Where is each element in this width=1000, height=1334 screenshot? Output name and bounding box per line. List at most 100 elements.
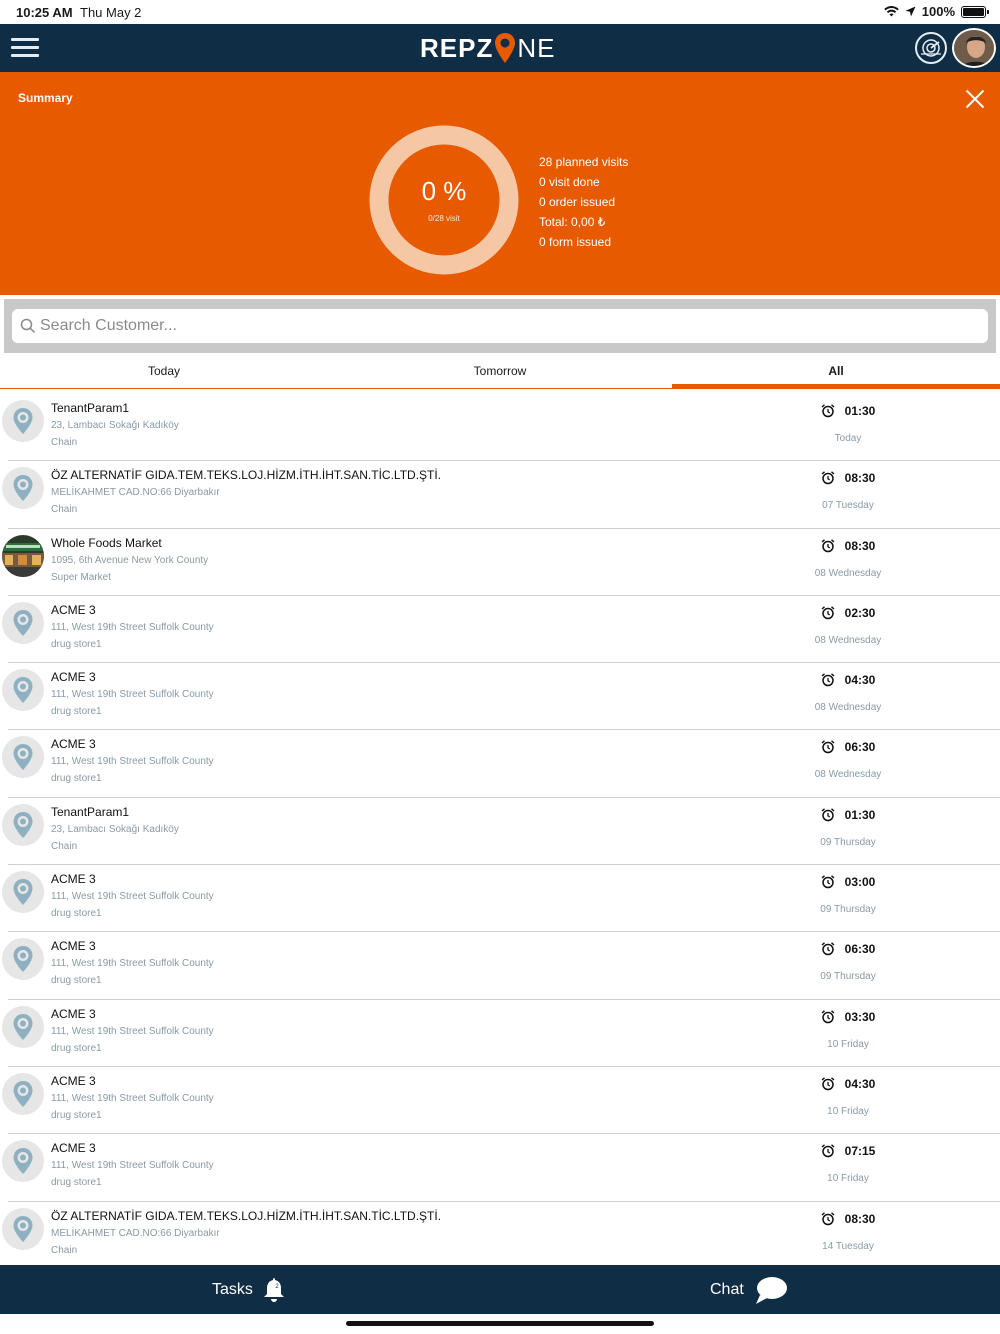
visit-day: 08 Wednesday xyxy=(814,634,882,646)
visit-schedule: 07:15 10 Friday xyxy=(798,1144,898,1184)
wifi-icon xyxy=(883,6,899,17)
location-pin-icon xyxy=(13,811,33,838)
visit-time: 03:00 xyxy=(821,875,875,889)
customer-address: 111, West 19th Street Suffolk County xyxy=(51,621,214,633)
visit-time: 08:30 xyxy=(821,1211,876,1226)
visit-row[interactable]: TenantParam1 23, Lambacı Sokağı Kadıköy … xyxy=(2,798,1000,866)
visit-row[interactable]: ACME 3 111, West 19th Street Suffolk Cou… xyxy=(2,1067,1000,1135)
customer-address: 111, West 19th Street Suffolk County xyxy=(51,891,214,903)
visit-row[interactable]: TenantParam1 23, Lambacı Sokağı Kadıköy … xyxy=(2,394,1000,462)
stat-orders-issued: 0 order issued xyxy=(539,195,616,209)
visit-day: 09 Thursday xyxy=(820,904,876,916)
user-avatar[interactable] xyxy=(952,28,996,68)
visit-schedule: 06:30 08 Wednesday xyxy=(798,740,898,780)
customer-address: 1095, 6th Avenue New York County xyxy=(51,554,209,566)
tab-today[interactable]: Today xyxy=(0,364,328,386)
menu-button[interactable] xyxy=(11,38,39,58)
visit-day: 08 Wednesday xyxy=(814,769,882,781)
customer-type: Chain xyxy=(51,1244,78,1256)
customer-type: drug store1 xyxy=(51,908,102,920)
visit-time-value: 08:30 xyxy=(844,1211,876,1226)
summary-panel: Summary 0 % 0/28 visit 28 planned visits… xyxy=(0,72,1000,295)
customer-name: ACME 3 xyxy=(51,1006,96,1021)
customer-name: ACME 3 xyxy=(51,939,96,954)
visit-time-value: 02:30 xyxy=(844,605,876,620)
stat-visits-done: 0 visit done xyxy=(539,175,600,189)
location-pin-icon xyxy=(13,879,33,906)
logo-text-end: NE xyxy=(517,32,556,63)
radar-icon xyxy=(921,39,941,57)
summary-close-button[interactable] xyxy=(964,88,986,110)
alarm-clock-icon xyxy=(821,1077,835,1091)
tab-all[interactable]: All xyxy=(672,364,1000,386)
alarm-clock-icon xyxy=(821,606,835,620)
visit-day: 10 Friday xyxy=(827,1038,869,1050)
customer-address: 111, West 19th Street Suffolk County xyxy=(51,756,214,768)
chat-bubble-icon xyxy=(755,1277,787,1304)
visit-time-value: 04:30 xyxy=(844,673,876,688)
alarm-clock-icon xyxy=(821,1211,835,1225)
alarm-clock-icon xyxy=(821,740,835,754)
customer-name: ACME 3 xyxy=(51,872,96,887)
customer-type: drug store1 xyxy=(51,638,102,650)
customer-address: 111, West 19th Street Suffolk County xyxy=(51,958,214,970)
customer-address: 23, Lambacı Sokağı Kadıköy xyxy=(51,420,179,431)
visit-schedule: 03:00 09 Thursday xyxy=(798,875,898,915)
search-customer-input[interactable] xyxy=(40,309,970,343)
visit-schedule: 08:30 07 Tuesday xyxy=(798,471,898,511)
visit-time-value: 06:30 xyxy=(844,942,876,957)
battery-percent: 100% xyxy=(921,4,955,19)
menu-icon xyxy=(11,38,39,57)
customer-pin-avatar xyxy=(2,1072,44,1115)
visit-row[interactable]: ACME 3 111, West 19th Street Suffolk Cou… xyxy=(2,932,1000,1000)
visit-row[interactable]: ACME 3 111, West 19th Street Suffolk Cou… xyxy=(2,865,1000,933)
customer-name: ACME 3 xyxy=(51,737,96,752)
visit-time: 02:30 xyxy=(821,605,876,620)
customer-name: ÖZ ALTERNATİF GIDA.TEM.TEKS.LOJ.HİZM.İTH… xyxy=(51,1208,442,1223)
visit-row[interactable]: ACME 3 111, West 19th Street Suffolk Cou… xyxy=(2,1134,1000,1202)
customer-pin-avatar xyxy=(2,467,44,510)
customer-name: ACME 3 xyxy=(51,602,96,617)
customer-pin-avatar xyxy=(2,601,44,644)
store-photo xyxy=(2,534,44,577)
logo-text-start: REPZ xyxy=(420,32,494,63)
visit-row[interactable]: ÖZ ALTERNATİF GIDA.TEM.TEKS.LOJ.HİZM.İTH… xyxy=(2,1202,1000,1269)
customer-pin-avatar xyxy=(2,1207,44,1250)
customer-name: Whole Foods Market xyxy=(51,535,162,550)
date-filter-tabs: Today Tomorrow All xyxy=(0,358,1000,389)
location-pin-icon xyxy=(13,946,33,973)
visit-day: 08 Wednesday xyxy=(814,567,882,579)
visit-row[interactable]: ACME 3 111, West 19th Street Suffolk Cou… xyxy=(2,663,1000,731)
visit-row[interactable]: Whole Foods Market 1095, 6th Avenue New … xyxy=(2,529,1000,596)
customer-name: ÖZ ALTERNATİF GIDA.TEM.TEKS.LOJ.HİZM.İTH… xyxy=(51,468,442,483)
customer-type: Chain xyxy=(51,504,78,516)
visit-row[interactable]: ÖZ ALTERNATİF GIDA.TEM.TEKS.LOJ.HİZM.İTH… xyxy=(2,461,1000,529)
summary-stats: 28 planned visits 0 visit done 0 order i… xyxy=(539,152,628,252)
visit-time: 08:30 xyxy=(821,539,875,553)
visit-row[interactable]: ACME 3 111, West 19th Street Suffolk Cou… xyxy=(2,730,1000,798)
radar-button[interactable] xyxy=(915,32,947,64)
visit-schedule: 04:30 08 Wednesday xyxy=(798,673,898,713)
summary-title: Summary xyxy=(18,91,73,105)
chat-button[interactable]: Chat xyxy=(710,1275,788,1305)
alarm-clock-icon xyxy=(821,808,835,822)
visit-time-value: 03:30 xyxy=(844,1009,876,1024)
visit-day: 09 Thursday xyxy=(820,836,876,848)
visit-time-value: 01:30 xyxy=(844,404,876,418)
location-arrow-icon xyxy=(905,6,916,17)
visit-progress-ring: 0 % 0/28 visit xyxy=(368,124,520,276)
visit-time: 04:30 xyxy=(821,673,876,688)
visit-row[interactable]: ACME 3 111, West 19th Street Suffolk Cou… xyxy=(2,596,1000,664)
top-nav: REPZ NE xyxy=(0,24,1000,72)
visit-day: 14 Tuesday xyxy=(822,1240,874,1252)
visit-time: 08:30 xyxy=(821,471,875,485)
progress-percent: 0 % xyxy=(421,176,467,206)
visit-time-value: 04:30 xyxy=(844,1076,876,1091)
customer-type: Chain xyxy=(51,437,78,448)
customer-pin-avatar xyxy=(2,736,44,779)
tab-tomorrow[interactable]: Tomorrow xyxy=(336,364,664,386)
location-pin-icon xyxy=(13,1080,33,1107)
visit-row[interactable]: ACME 3 111, West 19th Street Suffolk Cou… xyxy=(2,1000,1000,1067)
status-date: Thu May 2 xyxy=(80,5,142,20)
alarm-clock-icon xyxy=(821,404,835,418)
